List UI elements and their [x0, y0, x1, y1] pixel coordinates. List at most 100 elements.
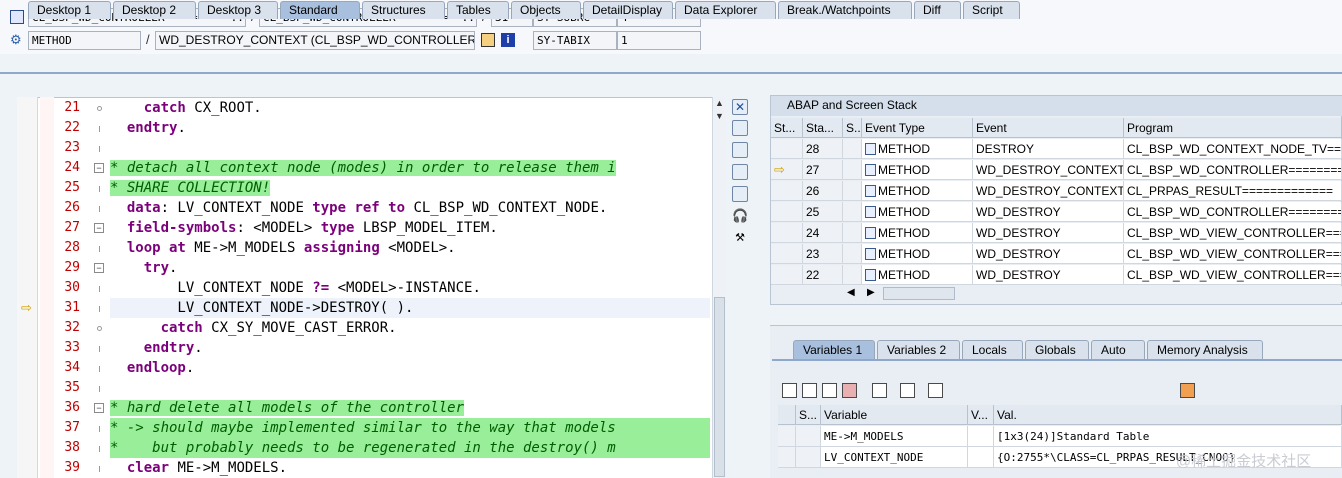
var-cell-variable[interactable]: ME->M_MODELS: [821, 426, 968, 447]
stack-cell-event-type[interactable]: METHOD: [862, 202, 973, 222]
transfer-icon[interactable]: [900, 383, 915, 398]
code-line[interactable]: field-symbols: <MODEL> type LBSP_MODEL_I…: [110, 218, 498, 238]
stack-cell-level[interactable]: 26: [803, 181, 843, 201]
swap-tool-icon[interactable]: [732, 142, 748, 158]
stack-cell-status[interactable]: [771, 265, 803, 285]
stack-col-level[interactable]: Sta...: [803, 118, 843, 138]
import-icon[interactable]: [802, 383, 817, 398]
stack-cell-event[interactable]: WD_DESTROY: [973, 202, 1124, 222]
var-cell-blank[interactable]: [778, 447, 796, 468]
tab-variables-1[interactable]: Variables 1: [793, 340, 875, 359]
stack-cell-status[interactable]: ⇨: [771, 160, 803, 180]
stack-cell-s[interactable]: [843, 244, 862, 264]
stack-cell-s[interactable]: [843, 265, 862, 285]
new-tool-icon[interactable]: [732, 120, 748, 136]
stack-cell-event-type[interactable]: METHOD: [862, 244, 973, 264]
code-line[interactable]: * SHARE COLLECTION!: [110, 178, 271, 198]
var-cell-status[interactable]: [796, 426, 821, 447]
code-line[interactable]: endtry.: [110, 118, 186, 138]
tab-standard[interactable]: Standard: [280, 1, 360, 19]
stack-cell-level[interactable]: 25: [803, 202, 843, 222]
stack-cell-level[interactable]: 27: [803, 160, 843, 180]
stack-col-event[interactable]: Event: [973, 118, 1124, 138]
maximize-icon[interactable]: [732, 164, 748, 180]
code-line[interactable]: clear ME->M_MODELS.: [110, 458, 287, 478]
open-folder-icon[interactable]: [928, 383, 943, 398]
fold-toggle-icon[interactable]: −: [94, 263, 104, 273]
tab-detail-display[interactable]: DetailDisplay: [583, 1, 673, 19]
tab-tables[interactable]: Tables: [447, 1, 509, 19]
fold-toggle-icon[interactable]: −: [94, 403, 104, 413]
fold-toggle-icon[interactable]: −: [94, 163, 104, 173]
code-line[interactable]: * detach all context node (modes) in ord…: [110, 158, 616, 178]
tab-auto[interactable]: Auto: [1091, 340, 1145, 359]
code-line[interactable]: endtry.: [110, 338, 203, 358]
stack-cell-program[interactable]: CL_BSP_WD_VIEW_CONTROLLER===: [1124, 265, 1342, 285]
code-line[interactable]: * -> should maybe implemented similar to…: [110, 418, 710, 438]
stack-cell-s[interactable]: [843, 181, 862, 201]
var-cell-variable[interactable]: LV_CONTEXT_NODE: [821, 447, 968, 468]
stack-cell-event-type[interactable]: METHOD: [862, 265, 973, 285]
scroll-up-icon[interactable]: ▲: [713, 97, 726, 110]
stack-cell-status[interactable]: [771, 223, 803, 243]
stack-cell-status[interactable]: [771, 202, 803, 222]
tab-desktop-1[interactable]: Desktop 1: [28, 1, 111, 19]
services-icon[interactable]: ⚒: [732, 230, 748, 246]
save-variables-icon[interactable]: [842, 383, 857, 398]
stack-cell-level[interactable]: 28: [803, 139, 843, 159]
resize-icon[interactable]: [732, 186, 748, 202]
save-icon[interactable]: [1180, 383, 1195, 398]
scroll-right-icon[interactable]: ▶: [867, 287, 875, 298]
scroll-left-icon[interactable]: ◀: [847, 287, 855, 298]
code-line[interactable]: data: LV_CONTEXT_NODE type ref to CL_BSP…: [110, 198, 607, 218]
stack-cell-s[interactable]: [843, 223, 862, 243]
code-line[interactable]: catch CX_ROOT.: [110, 98, 262, 118]
var-cell-blank[interactable]: [778, 426, 796, 447]
stack-cell-program[interactable]: CL_BSP_WD_CONTROLLER========: [1124, 202, 1342, 222]
code-line[interactable]: catch CX_SY_MOVE_CAST_ERROR.: [110, 318, 397, 338]
code-line[interactable]: endloop.: [110, 358, 194, 378]
code-line[interactable]: loop at ME->M_MODELS assigning <MODEL>.: [110, 238, 456, 258]
stack-cell-event[interactable]: WD_DESTROY: [973, 265, 1124, 285]
display-object-icon[interactable]: [481, 33, 495, 47]
stack-cell-event[interactable]: WD_DESTROY: [973, 244, 1124, 264]
var-col-v[interactable]: V...: [968, 405, 994, 425]
export-icon[interactable]: [822, 383, 837, 398]
tab-desktop-3[interactable]: Desktop 3: [198, 1, 278, 19]
tab-variables-2[interactable]: Variables 2: [877, 340, 960, 359]
stack-cell-s[interactable]: [843, 160, 862, 180]
breakpoint-gutter[interactable]: [17, 97, 38, 478]
delete-icon[interactable]: [782, 383, 797, 398]
editor-scrollbar[interactable]: ▲ ▼: [712, 97, 726, 478]
stack-cell-level[interactable]: 22: [803, 265, 843, 285]
stack-cell-event-type[interactable]: METHOD: [862, 160, 973, 180]
tab-data-explorer[interactable]: Data Explorer: [675, 1, 776, 19]
var-cell-v[interactable]: [968, 447, 994, 468]
stack-col-program[interactable]: Program: [1124, 118, 1342, 138]
code-line[interactable]: LV_CONTEXT_NODE ?= <MODEL>-INSTANCE.: [110, 278, 480, 298]
close-icon[interactable]: ✕: [732, 99, 748, 115]
stack-cell-status[interactable]: [771, 139, 803, 159]
var-cell-value[interactable]: [1x3(24)]Standard Table: [994, 426, 1342, 447]
info-icon[interactable]: i: [501, 33, 515, 47]
fold-toggle-icon[interactable]: −: [94, 223, 104, 233]
stack-cell-event[interactable]: WD_DESTROY_CONTEXT: [973, 160, 1124, 180]
sysfield-value-2[interactable]: 1: [617, 31, 701, 50]
var-cell-v[interactable]: [968, 426, 994, 447]
tab-script[interactable]: Script: [963, 1, 1020, 19]
stack-col-s[interactable]: S...: [843, 118, 862, 138]
method-name-field[interactable]: WD_DESTROY_CONTEXT (CL_BSP_WD_CONTROLLER…: [155, 31, 475, 50]
stack-cell-program[interactable]: CL_BSP_WD_CONTROLLER========: [1124, 160, 1342, 180]
hierarchy-icon[interactable]: [872, 383, 887, 398]
tab-objects[interactable]: Objects: [511, 1, 581, 19]
headset-icon[interactable]: 🎧: [732, 208, 748, 224]
tab-diff[interactable]: Diff: [914, 1, 961, 19]
stack-cell-level[interactable]: 23: [803, 244, 843, 264]
tab-globals[interactable]: Globals: [1025, 340, 1089, 359]
scroll-down-icon[interactable]: ▼: [713, 110, 726, 123]
stack-cell-event[interactable]: WD_DESTROY: [973, 223, 1124, 243]
code-line[interactable]: * hard delete all models of the controll…: [110, 398, 465, 418]
stack-cell-program[interactable]: CL_BSP_WD_CONTEXT_NODE_TV===: [1124, 139, 1342, 159]
stack-cell-s[interactable]: [843, 139, 862, 159]
scroll-thumb[interactable]: [714, 297, 725, 477]
